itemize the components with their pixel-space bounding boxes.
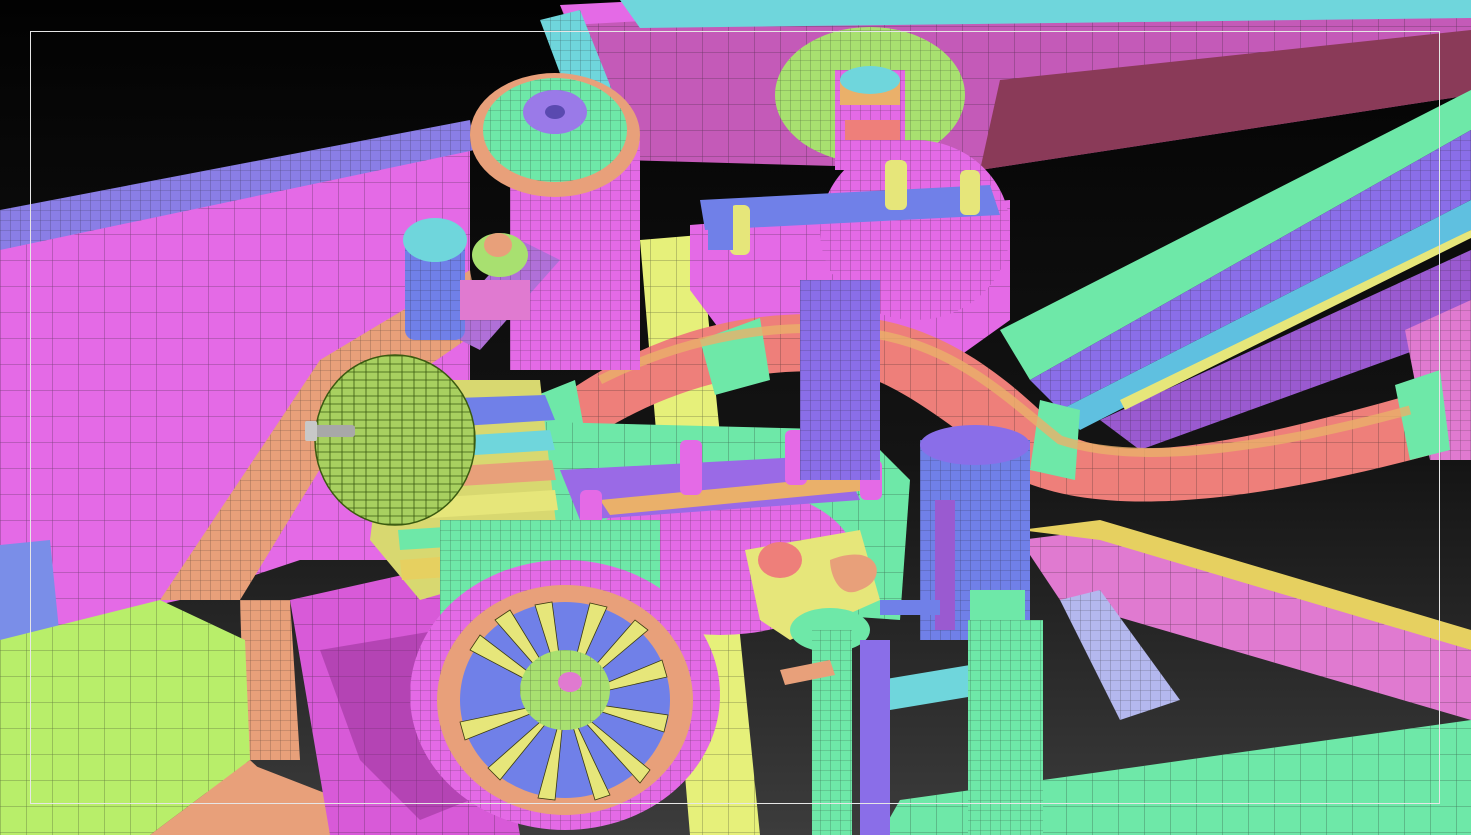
shock-body xyxy=(800,280,880,480)
engine-wireframe-render xyxy=(0,0,1471,835)
3d-viewport[interactable] xyxy=(0,0,1471,835)
